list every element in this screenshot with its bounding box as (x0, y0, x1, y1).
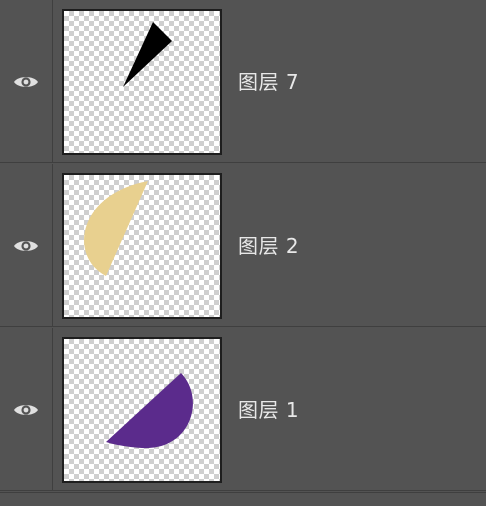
eye-icon[interactable] (13, 238, 39, 254)
purple-half-disc-shape (106, 373, 193, 449)
layer-row-7[interactable]: 图层 7 (0, 0, 486, 163)
eye-icon[interactable] (13, 402, 39, 418)
layer-name[interactable]: 图层 1 (238, 394, 299, 423)
layer-name[interactable]: 图层 7 (238, 66, 299, 95)
layer-thumbnail[interactable] (62, 337, 222, 483)
visibility-toggle[interactable] (0, 164, 53, 327)
black-wedge-shape (123, 22, 172, 87)
layer-row-2[interactable]: 图层 2 (0, 164, 486, 327)
panel-footer (0, 492, 486, 506)
tan-half-disc-shape (84, 181, 148, 276)
visibility-toggle[interactable] (0, 328, 53, 491)
visibility-toggle[interactable] (0, 0, 53, 163)
layer-name[interactable]: 图层 2 (238, 230, 299, 259)
layer-thumbnail[interactable] (62, 9, 222, 155)
layer-thumbnail[interactable] (62, 173, 222, 319)
layers-panel: 图层 7 图层 2 图层 1 (0, 0, 486, 506)
eye-icon[interactable] (13, 74, 39, 90)
layer-row-1[interactable]: 图层 1 (0, 328, 486, 491)
